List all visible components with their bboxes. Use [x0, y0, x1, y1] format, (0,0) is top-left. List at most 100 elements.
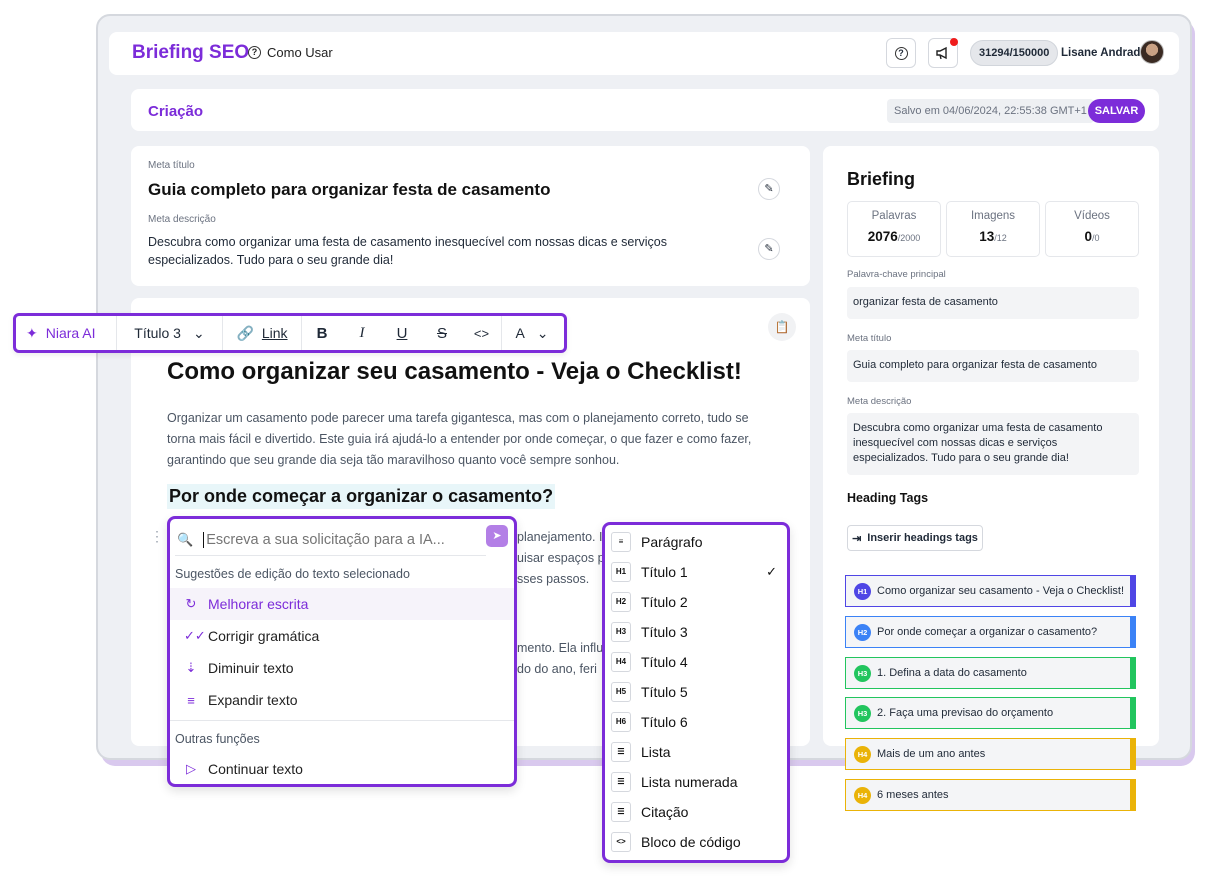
avatar[interactable]: [1140, 40, 1164, 64]
text-color-icon: A: [515, 325, 525, 341]
bold-icon: B: [316, 324, 328, 342]
strikethrough-button[interactable]: S: [422, 316, 462, 350]
heading-tag[interactable]: H4 Mais de um ano antes: [845, 738, 1136, 770]
link-button[interactable]: 🔗 Link: [223, 316, 302, 350]
numbered-list-icon: ☰: [611, 772, 631, 792]
list-icon: ☰: [611, 742, 631, 762]
edit-meta-title-button[interactable]: ✎: [758, 178, 780, 200]
menu-item-h6[interactable]: H6 Título 6: [611, 707, 783, 737]
sparkles-icon: ✦: [26, 324, 38, 341]
editor-h2[interactable]: Por onde começar a organizar o casamento…: [167, 484, 556, 509]
stat-words: Palavras 2076/2000: [847, 201, 941, 257]
ai-prompt-field[interactable]: 🔍: [175, 524, 486, 556]
menu-item-h5[interactable]: H5 Título 5: [611, 677, 783, 707]
ai-item-label: Diminuir texto: [208, 660, 294, 676]
editor-paragraph[interactable]: Organizar um casamento pode parecer uma …: [167, 408, 767, 471]
stat-target: /12: [994, 233, 1007, 243]
editor-text-fragment: uisar espaços pa: [517, 551, 612, 565]
stat-value: 13: [979, 229, 995, 244]
stat-value: 2076: [867, 229, 898, 244]
link-icon: 🔗: [236, 324, 254, 341]
heading-tag[interactable]: H3 2. Faça uma previsao do orçamento: [845, 697, 1136, 729]
brief-meta-title-label: Meta título: [847, 333, 892, 344]
edit-meta-desc-button[interactable]: ✎: [758, 238, 780, 260]
ai-improve-writing[interactable]: ↻ Melhorar escrita: [170, 588, 514, 620]
heading-tags-title: Heading Tags: [847, 491, 929, 505]
stat-target: /2000: [897, 233, 921, 243]
stat-videos: Vídeos 0/0: [1045, 201, 1139, 257]
heading-select[interactable]: Título 3 ⌄: [117, 316, 223, 350]
copy-button[interactable]: 📋: [768, 313, 796, 341]
check-icon: ✓: [766, 564, 777, 579]
menu-item-label: Bloco de código: [641, 834, 741, 850]
chevron-down-icon: ⌄: [192, 324, 205, 341]
heading-level-badge: H3: [854, 704, 871, 722]
menu-item-h4[interactable]: H4 Título 4: [611, 647, 783, 677]
editor-h1[interactable]: Como organizar seu casamento - Veja o Ch…: [167, 358, 742, 386]
menu-item-list[interactable]: ☰ Lista: [611, 737, 783, 767]
heading-tag[interactable]: H4 6 meses antes: [845, 779, 1136, 811]
ai-prompt-input[interactable]: [203, 531, 484, 548]
help-button[interactable]: ?: [886, 38, 916, 68]
text-color-select[interactable]: A ⌄: [502, 316, 562, 350]
menu-item-h3[interactable]: H3 Título 3: [611, 617, 783, 647]
menu-item-quote[interactable]: ☰ Citação: [611, 797, 783, 827]
insert-headings-label: Inserir headings tags: [867, 532, 978, 544]
heading-level-badge: H4: [854, 786, 871, 804]
heading-tag-text: Mais de um ano antes: [877, 748, 986, 760]
heading-tag-text: Por onde começar a organizar o casamento…: [877, 626, 1098, 638]
menu-item-h1[interactable]: H1 Título 1 ✓: [611, 557, 783, 587]
heading-select-value: Título 3: [134, 325, 181, 341]
ai-send-button[interactable]: ➤: [486, 525, 508, 547]
sort-down-icon: ⇣: [185, 660, 197, 675]
credits-badge: 31294/150000: [970, 40, 1059, 66]
menu-item-numbered-list[interactable]: ☰ Lista numerada: [611, 767, 783, 797]
heading-tag[interactable]: H1 Como organizar seu casamento - Veja o…: [845, 575, 1136, 607]
menu-item-h2[interactable]: H2 Título 2: [611, 587, 783, 617]
h4-icon: H4: [611, 652, 631, 672]
menu-item-code-block[interactable]: <> Bloco de código: [611, 827, 783, 857]
ai-shorten-text[interactable]: ⇣ Diminuir texto: [170, 652, 514, 684]
heading-tag[interactable]: H2 Por onde começar a organizar o casame…: [845, 616, 1136, 648]
niara-ai-label: Niara AI: [45, 325, 96, 341]
keyword-value: organizar festa de casamento: [847, 287, 1139, 319]
h3-icon: H3: [611, 622, 631, 642]
italic-button[interactable]: I: [342, 316, 382, 350]
menu-item-label: Parágrafo: [641, 534, 703, 550]
save-button[interactable]: SALVAR: [1088, 99, 1145, 123]
ai-item-label: Continuar texto: [208, 761, 303, 777]
strikethrough-icon: S: [436, 324, 447, 342]
heading-tag-text: 2. Faça uma previsao do orçamento: [877, 707, 1054, 719]
h2-icon: H2: [611, 592, 631, 612]
heading-tag-text: 6 meses antes: [877, 789, 949, 801]
ai-continue-text[interactable]: ▷ Continuar texto: [170, 753, 514, 785]
clipboard-icon: 📋: [774, 320, 790, 334]
meta-title: Guia completo para organizar festa de ca…: [148, 180, 551, 199]
bold-button[interactable]: B: [302, 316, 342, 350]
menu-item-label: Título 6: [641, 714, 688, 730]
code-button[interactable]: <>: [462, 316, 502, 350]
question-circle-icon: ?: [894, 46, 908, 60]
pencil-icon: ✎: [764, 183, 774, 195]
send-icon: ➤: [492, 530, 502, 542]
niara-ai-button[interactable]: ✦ Niara AI: [16, 316, 117, 350]
ai-item-label: Corrigir gramática: [208, 628, 320, 644]
meta-desc-label: Meta descrição: [148, 214, 216, 225]
heading-tag[interactable]: H3 1. Defina a data do casamento: [845, 657, 1136, 689]
search-icon: 🔍: [177, 531, 194, 547]
heading-level-badge: H1: [854, 582, 871, 600]
user-name[interactable]: Lisane Andrade: [1061, 47, 1147, 59]
heading-tag-text: Como organizar seu casamento - Veja o Ch…: [877, 585, 1125, 597]
question-icon: ?: [248, 46, 261, 59]
h5-icon: H5: [611, 682, 631, 702]
ai-fix-grammar[interactable]: ✓✓ Corrigir gramática: [170, 620, 514, 652]
underline-button[interactable]: U: [382, 316, 422, 350]
link-label: Link: [261, 325, 288, 341]
insert-headings-button[interactable]: ⇥ Inserir headings tags: [847, 525, 983, 551]
menu-item-paragraph[interactable]: ≡ Parágrafo: [611, 527, 783, 557]
menu-item-label: Título 4: [641, 654, 688, 670]
briefing-title: Briefing: [847, 169, 916, 189]
ai-expand-text[interactable]: ≡ Expandir texto: [170, 684, 514, 716]
help-link[interactable]: ? Como Usar: [248, 45, 333, 60]
stat-label: Imagens: [970, 210, 1016, 222]
